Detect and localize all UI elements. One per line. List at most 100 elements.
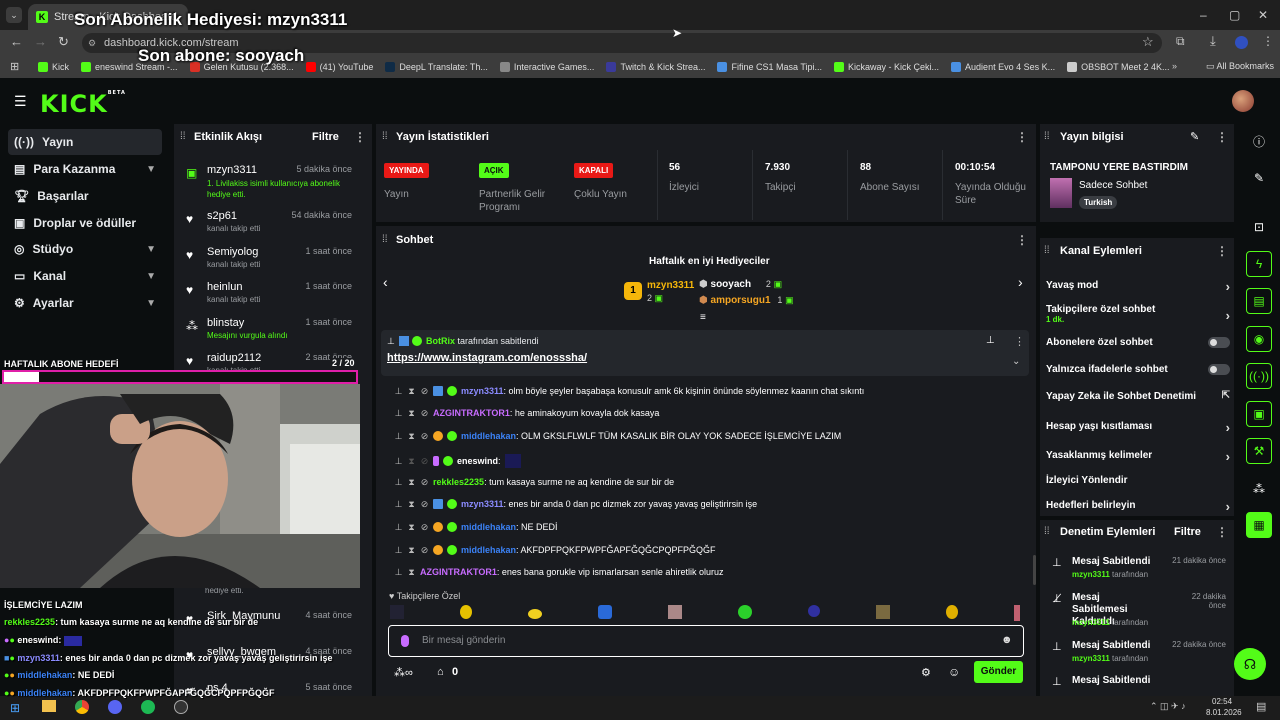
windows-start-icon[interactable]: ⊞ [10, 701, 20, 715]
sidebar-item-kanal[interactable]: ▭ Kanal ▼ [8, 263, 162, 289]
chat-settings-icon[interactable]: ⚙ [921, 666, 931, 679]
timeout-icon[interactable]: ⧗ [407, 522, 416, 532]
bookmark-obsbot[interactable]: OBSBOT Meet 2 4K... [1067, 62, 1169, 72]
emote-icon[interactable] [1014, 605, 1020, 621]
emote-icon[interactable] [946, 605, 958, 619]
pencil-icon[interactable]: ✎ [1246, 165, 1272, 191]
download-icon[interactable]: ⤓ [1210, 33, 1216, 49]
chat-input[interactable]: Bir mesaj gönderin ☻ [388, 625, 1024, 657]
clock-date[interactable]: 8.01.2026 [1206, 708, 1242, 717]
pin-icon[interactable]: ⊥ [394, 567, 403, 577]
all-bookmarks-button[interactable]: ▭ All Bookmarks [1206, 61, 1274, 72]
drag-handle-icon[interactable]: ⁞⁞ [382, 234, 388, 245]
pinned-link[interactable]: https://www.instagram.com/enosssha/ [387, 352, 587, 364]
chat-bubble-icon[interactable]: ◉ [1246, 326, 1272, 352]
broadcast-icon[interactable]: ((·)) [1246, 363, 1272, 389]
apps-icon[interactable]: ⊞ [10, 60, 19, 73]
sidebar-item-basarilar[interactable]: 🏆︎ Başarılar [8, 183, 162, 209]
bookmark-youtube[interactable]: (41) YouTube [305, 62, 373, 72]
kick-logo[interactable]: KICKBETA [40, 90, 126, 118]
activity-user[interactable]: heinlun [207, 281, 242, 293]
chat-username[interactable]: AZGINTRAKTOR1 [433, 408, 510, 418]
minimize-icon[interactable]: – [1200, 8, 1207, 22]
activity-user[interactable]: blinstay [207, 317, 244, 329]
timeout-icon[interactable]: ⧗ [407, 408, 416, 418]
emote-icon[interactable] [876, 605, 890, 619]
info-icon[interactable]: ⓘ [1246, 128, 1272, 154]
points-icon[interactable]: ⁂ [1246, 476, 1272, 502]
support-chat-icon[interactable]: ☊ [1234, 648, 1266, 680]
more-bookmarks-icon[interactable]: » [1172, 61, 1177, 71]
pin-icon[interactable]: ⊥ [394, 408, 403, 418]
channel-actions-menu-icon[interactable]: ⋮ [1216, 244, 1228, 258]
emote-icon[interactable] [668, 605, 682, 619]
forward-icon[interactable]: → [34, 34, 47, 49]
ban-icon[interactable]: ⊘ [420, 408, 429, 418]
emote-icon[interactable] [808, 605, 820, 617]
gifters-next-icon[interactable]: › [1018, 274, 1023, 290]
bookmark-games[interactable]: Interactive Games... [499, 62, 594, 72]
send-button[interactable]: Gönder [974, 661, 1023, 683]
emoji-icon[interactable]: ☻ [1001, 634, 1013, 646]
timeout-icon[interactable]: ⧗ [407, 386, 416, 396]
banned-words-item[interactable]: Yasaklanmış kelimeler › [1046, 449, 1230, 464]
hamburger-menu-icon[interactable]: ☰ [14, 93, 27, 110]
store-icon[interactable]: ⌂ [437, 666, 444, 678]
pin-icon[interactable]: ⊥ [394, 477, 403, 487]
points-icon[interactable]: ⁂∞ [394, 666, 413, 679]
ban-icon[interactable]: ⊘ [420, 522, 429, 532]
emote-picker-icon[interactable]: ☺ [948, 665, 960, 679]
mic-icon[interactable] [401, 635, 409, 647]
sidebar-item-droplar[interactable]: ▣ Droplar ve ödüller [8, 210, 162, 236]
emote-icon[interactable] [390, 605, 404, 619]
screenshot-icon[interactable]: ⊡ [1246, 214, 1272, 240]
timeout-icon[interactable]: ⧗ [407, 499, 416, 509]
timeout-icon[interactable]: ⧗ [407, 567, 416, 577]
mod-action-user[interactable]: mzyn3311 [1072, 618, 1110, 627]
drag-handle-icon[interactable]: ⁞⁞ [1044, 131, 1050, 142]
chat-username[interactable]: rekkles2235 [433, 477, 484, 487]
chat-username[interactable]: mzyn3311 [461, 499, 504, 509]
sidebar-item-studyo[interactable]: ◎ Stüdyo ▼ [8, 236, 162, 262]
edit-icon[interactable]: ✎ [1190, 130, 1199, 143]
emote-icon[interactable] [598, 605, 612, 619]
emote-chat-toggle[interactable] [1208, 364, 1230, 375]
slow-mode-item[interactable]: Yavaş mod › [1046, 279, 1230, 294]
unpin-icon[interactable]: ⊥ [986, 335, 995, 346]
chat-username[interactable]: eneswind [457, 456, 498, 466]
pinned-menu-icon[interactable]: ⋮ [1014, 335, 1025, 348]
lightning-icon[interactable]: ϟ [1246, 251, 1272, 277]
timeout-icon[interactable]: ⧗ [407, 477, 416, 487]
discord-icon[interactable] [108, 700, 122, 714]
obs-icon[interactable] [174, 700, 188, 714]
follower-chat-item[interactable]: Takipçilere özel sohbet 1 dk. › [1046, 304, 1230, 324]
pin-icon[interactable]: ⊥ [394, 522, 403, 532]
extensions-icon[interactable]: ⧉ [1176, 34, 1185, 49]
timeout-icon[interactable]: ⧗ [407, 545, 416, 555]
bookmark-audient[interactable]: Audient Evo 4 Ses K... [951, 62, 1055, 72]
chat-username[interactable]: AZGINTRAKTOR1 [420, 567, 497, 577]
bookmark-deepl[interactable]: DeepL Translate: Th... [385, 62, 488, 72]
activity-filter-button[interactable]: Filtre [312, 131, 339, 143]
bookmark-twitch-kick[interactable]: Twitch & Kick Strea... [606, 62, 705, 72]
emote-icon[interactable] [528, 609, 542, 619]
timeout-icon[interactable]: ⧗ [407, 431, 416, 441]
spotify-icon[interactable] [141, 700, 155, 714]
ban-icon[interactable]: ⊘ [420, 456, 429, 466]
gifters-prev-icon[interactable]: ‹ [383, 274, 388, 290]
tab-list-button[interactable]: ⌄ [6, 7, 22, 23]
wrench-icon[interactable]: ⚒ [1246, 438, 1272, 464]
mod-action-user[interactable]: mzyn3311 [1072, 570, 1110, 579]
activity-user[interactable]: mzyn3311 [207, 164, 257, 176]
chat-username[interactable]: middlehakan [461, 522, 516, 532]
timeout-icon[interactable]: ⧗ [407, 456, 416, 466]
stats-menu-icon[interactable]: ⋮ [1016, 130, 1028, 144]
mod-filter-button[interactable]: Filtre [1174, 526, 1201, 538]
ban-icon[interactable]: ⊘ [420, 386, 429, 396]
menu-icon[interactable]: ⋮ [1262, 34, 1274, 48]
back-icon[interactable]: ← [10, 34, 23, 49]
activity-user[interactable]: Semiyolog [207, 246, 258, 258]
category-name[interactable]: Sadece Sohbet [1079, 180, 1147, 191]
shield-icon[interactable]: ▣ [1246, 401, 1272, 427]
chat-menu-icon[interactable]: ⋮ [1016, 233, 1028, 247]
